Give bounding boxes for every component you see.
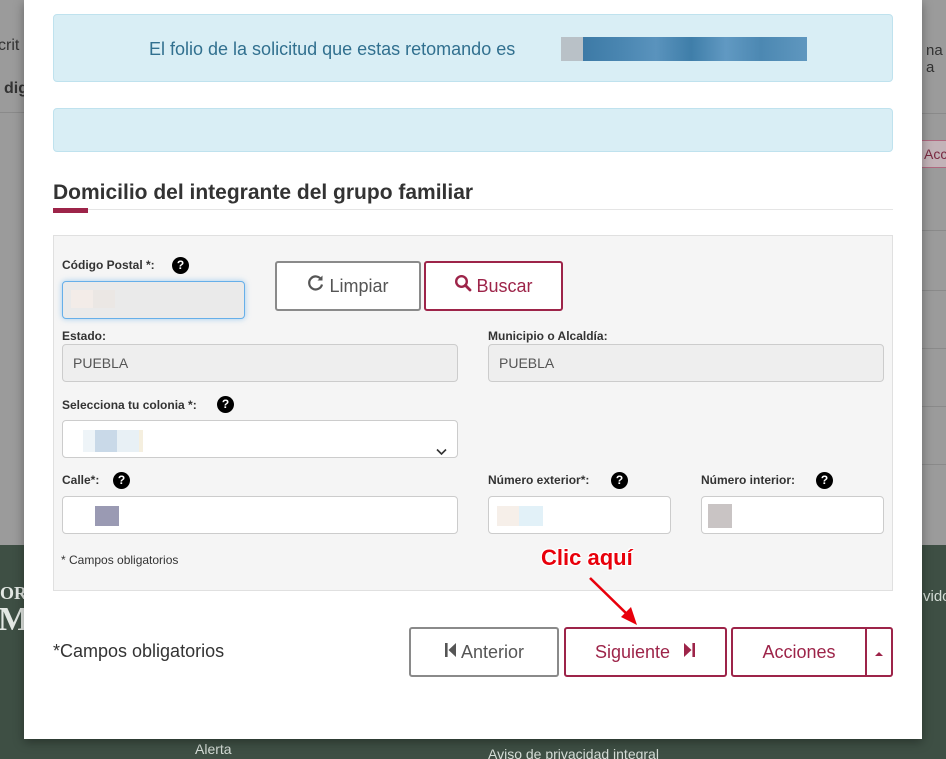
modal-dialog: El folio de la solicitud que estas retom…: [24, 0, 922, 739]
background-row-line: [919, 290, 946, 291]
background-divider: [0, 112, 24, 113]
footer-link-alerta[interactable]: Alerta: [195, 741, 232, 757]
background-row-line: [919, 230, 946, 231]
annotation-arrow: [589, 577, 637, 625]
footer-text-right: vido: [923, 588, 946, 605]
footer-link-privacy[interactable]: Aviso de privacidad integral: [488, 746, 659, 759]
background-text-right: na a: [926, 42, 943, 76]
background-row-line: [919, 406, 946, 407]
background-text-left-top: crit: [0, 37, 20, 54]
background-row-line: [919, 348, 946, 349]
background-row-line: [919, 464, 946, 465]
background-row-line: [919, 113, 946, 114]
background-actions-button: Acc: [919, 140, 946, 168]
